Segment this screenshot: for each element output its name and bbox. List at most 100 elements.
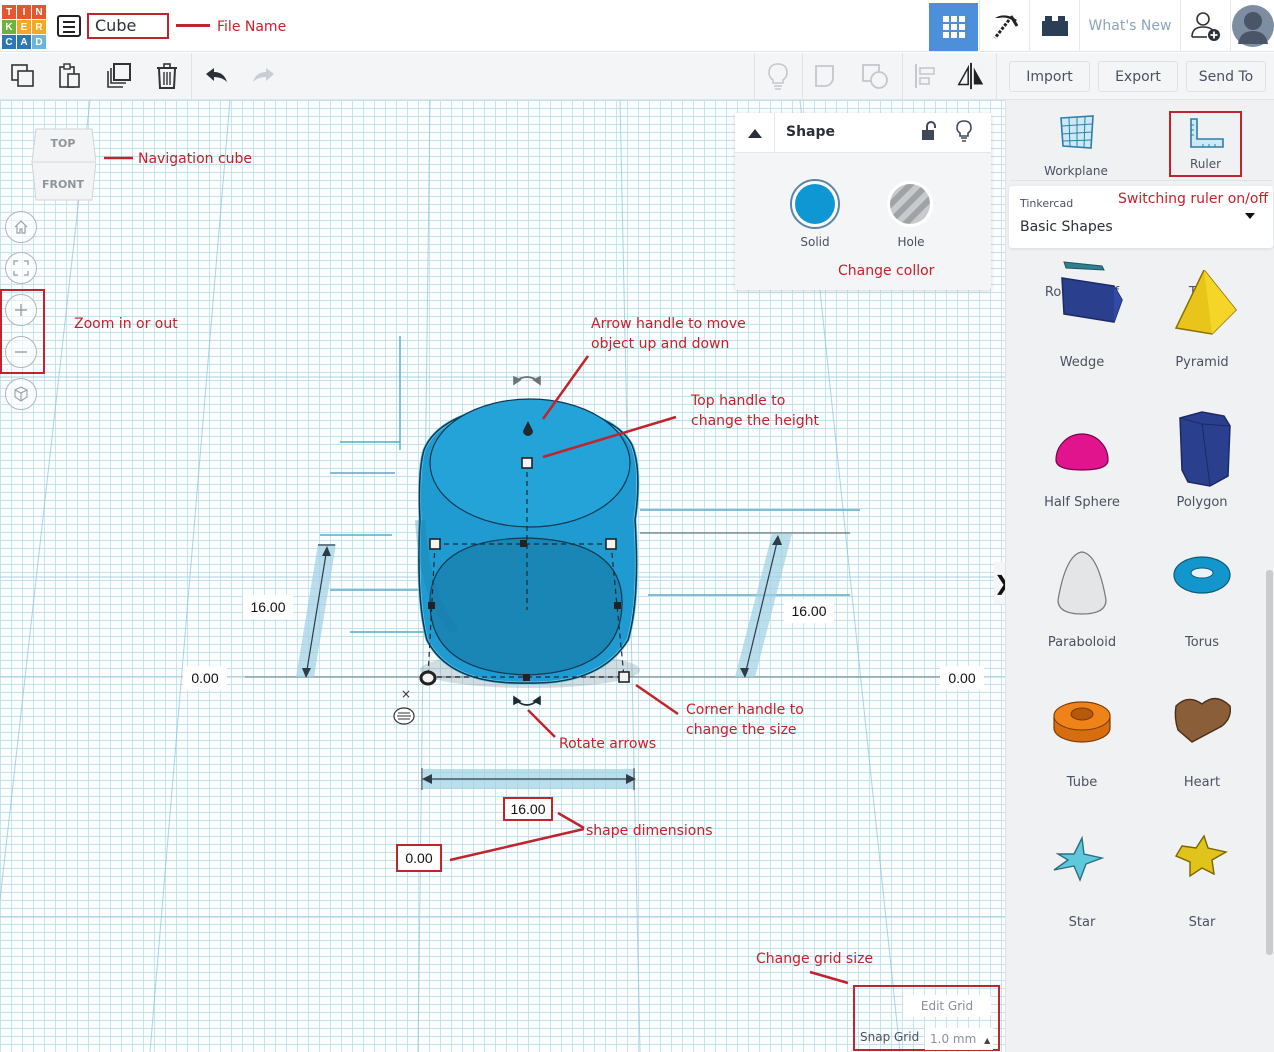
logo-letter: T [2,5,16,19]
hole-button[interactable] [887,181,933,227]
library-name: Basic Shapes [1020,219,1113,235]
lock-button[interactable] [921,121,937,145]
shape-tile[interactable]: Star [1022,830,1142,940]
left-height-value[interactable]: 16.00 [243,595,293,619]
right-base-value[interactable]: 0.00 [940,666,984,690]
shape-tile[interactable]: Half Sphere [1022,410,1142,520]
minecraft-view-button[interactable] [979,0,1029,52]
hide-button[interactable] [956,120,972,146]
logo-letter: I [17,5,31,19]
collapse-inspector-button[interactable] [735,113,775,153]
annotation-rotate: Rotate arrows [559,735,656,753]
invite-user-button[interactable] [1180,0,1230,52]
shape-tile[interactable]: Tube [1022,690,1142,800]
side-handle [606,539,616,549]
send-to-button[interactable]: Send To [1186,61,1266,92]
export-button[interactable]: Export [1098,61,1178,92]
paste-button[interactable] [55,61,85,91]
collapse-sidebar-button[interactable]: ❯ [994,562,1005,604]
logo-letter: N [32,5,46,19]
shape-label: Torus [1142,635,1262,650]
elevation-value[interactable]: 0.00 [396,844,442,872]
lightbulb-icon [767,62,789,90]
annotation-change-color: Change collor [838,262,934,280]
annotation-box-zoom [0,289,45,374]
width-dimension [422,768,636,790]
solid-color-button[interactable] [790,179,840,229]
show-all-button[interactable] [763,61,793,91]
snap-grid-select[interactable]: 1.0 mm ▲ [925,1028,993,1050]
inspector-header: Shape [735,113,991,153]
delete-button[interactable] [152,61,182,91]
tube-shape-icon [1022,690,1142,754]
solid-color-swatch [795,184,835,224]
workplane-button[interactable]: Workplane [1026,110,1126,180]
shape-label: Star [1022,915,1142,930]
file-name-field[interactable]: Cube [87,13,169,39]
annotation-nav-cube: Navigation cube [138,150,252,168]
3d-design-view-button[interactable] [929,3,978,51]
pickaxe-icon [989,10,1021,42]
edge-handle [428,602,435,609]
inspector-title: Shape [786,124,835,140]
navigation-view-cube[interactable]: TOP FRONT [30,126,96,204]
solid-label: Solid [790,235,840,249]
shape-tile[interactable]: Wedge [1022,270,1142,380]
fit-view-button[interactable] [5,252,37,284]
grid-icon [942,15,966,39]
edge-handle [523,674,530,681]
group-button[interactable] [812,61,842,91]
fit-all-icon [12,259,30,277]
mirror-button[interactable] [956,61,986,91]
ungroup-button[interactable] [860,61,890,91]
shape-tile[interactable]: Pyramid [1142,270,1262,380]
right-height-value[interactable]: 16.00 [784,599,834,623]
trash-icon [155,62,179,90]
align-icon [913,62,937,90]
tinkercad-logo[interactable]: TINKERCAD [2,5,45,50]
shape-tile[interactable]: Star [1142,830,1262,940]
orthographic-toggle-button[interactable] [5,378,37,410]
edge-handle [520,540,527,547]
width-value[interactable]: 16.00 [503,797,553,821]
left-base-value[interactable]: 0.00 [183,666,227,690]
duplicate-button[interactable] [104,61,134,91]
selected-shape [419,399,638,683]
copy-button[interactable] [8,61,38,91]
shape-label: Wedge [1022,355,1142,370]
sidebar-scrollbar[interactable] [1266,570,1273,955]
shape-tile[interactable]: Torus [1142,550,1262,660]
user-avatar[interactable] [1230,0,1274,52]
hole-label: Hole [886,235,936,249]
shape-label: Pyramid [1142,355,1262,370]
design-list-icon[interactable] [57,15,81,37]
redo-button[interactable] [248,61,278,91]
toolbar-divider [902,53,903,100]
edge-handle [614,602,621,609]
shape-label: Heart [1142,775,1262,790]
home-view-button[interactable] [5,211,37,243]
shape-tile[interactable]: Heart [1142,690,1262,800]
shape-tile[interactable]: Paraboloid [1022,550,1142,660]
snap-grid-value: 1.0 mm [930,1032,976,1046]
paste-icon [57,62,83,90]
align-button[interactable] [910,61,940,91]
edit-grid-button[interactable]: Edit Grid [903,995,991,1017]
home-icon [13,219,29,235]
view-cube-front[interactable]: FRONT [30,178,96,191]
undo-button[interactable] [202,61,232,91]
logo-letter: E [17,20,31,34]
import-button[interactable]: Import [1009,61,1090,92]
torus-shape-icon [1142,550,1262,604]
shape-tile[interactable]: Polygon [1142,410,1262,520]
whats-new-link[interactable]: What's New [1079,0,1180,52]
view-cube-top[interactable]: TOP [30,137,96,150]
dropdown-caret-icon [1245,213,1255,219]
avatar-icon [1232,4,1274,48]
bricks-view-button[interactable] [1029,0,1079,52]
ruler-button[interactable]: Ruler [1169,111,1242,177]
ungroup-icon [860,62,890,90]
caret-up-icon: ▲ [984,1036,990,1045]
star-shape-icon [1142,830,1262,894]
logo-letter: C [2,35,16,49]
